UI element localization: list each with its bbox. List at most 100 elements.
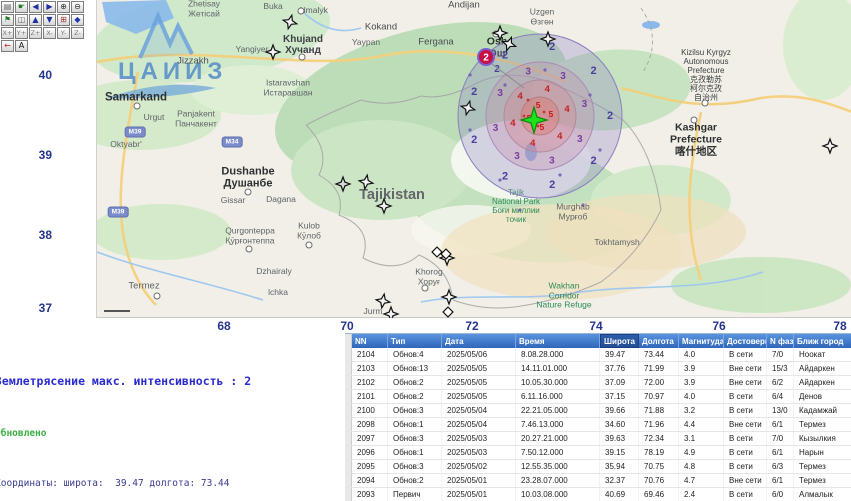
table-cell: Обнов:2 xyxy=(388,474,442,487)
table-cell: 8.08.28.000 xyxy=(516,348,600,361)
table-row[interactable]: 2104Обнов:42025/05/068.08.28.00039.4773.… xyxy=(345,348,851,362)
table-cell: 2025/05/03 xyxy=(442,446,516,459)
z-minus-button[interactable]: Z- xyxy=(71,27,84,39)
intensity-label-2-7: 2 xyxy=(471,86,477,98)
table-cell: В сети xyxy=(724,390,767,403)
table-cell: 2104 xyxy=(352,348,388,361)
table-header-1[interactable]: NN xyxy=(352,334,388,348)
flag-button[interactable]: ⚑ xyxy=(1,14,14,26)
table-cell: 35.94 xyxy=(600,460,639,473)
pan-right-button[interactable]: ▶ xyxy=(43,1,56,13)
aftershock-dot-1 xyxy=(543,111,546,114)
table-cell: В сети xyxy=(724,432,767,445)
table-row[interactable]: 2094Обнов:22025/05/0123.28.07.00032.3770… xyxy=(345,474,851,488)
table-cell: 4.4 xyxy=(679,418,724,431)
row-selector xyxy=(345,432,352,445)
table-row[interactable]: 2093Первич2025/05/0110.03.08.00040.6969.… xyxy=(345,488,851,501)
pan-left-button[interactable]: ◀ xyxy=(29,1,42,13)
lat-label-40: 40 xyxy=(26,68,52,82)
table-cell: 3.9 xyxy=(679,362,724,375)
table-row[interactable]: 2095Обнов:32025/05/0212.55.35.00035.9470… xyxy=(345,460,851,474)
table-cell: Вне сети xyxy=(724,362,767,375)
table-cell: 2095 xyxy=(352,460,388,473)
lat-label-37: 37 xyxy=(26,301,52,315)
table-cell: Кызылкия xyxy=(794,432,851,445)
table-header-3[interactable]: Дата xyxy=(442,334,516,348)
y-plus-button[interactable]: Y+ xyxy=(15,27,28,39)
table-row[interactable]: 2096Обнов:12025/05/037.50.12.00039.1578.… xyxy=(345,446,851,460)
table-cell: 71.96 xyxy=(639,418,679,431)
intensity-label-3-7: 3 xyxy=(525,67,531,78)
pan-up-button[interactable]: ▲ xyxy=(29,14,42,26)
table-row[interactable]: 2101Обнов:22025/05/056.11.16.00037.1570.… xyxy=(345,390,851,404)
table-cell: 4.8 xyxy=(679,460,724,473)
table-cell: 6/1 xyxy=(767,446,794,459)
table-header-9[interactable]: N фаз xyxy=(767,334,794,348)
truck-button[interactable]: ⊞ xyxy=(57,14,70,26)
table-row[interactable]: 2097Обнов:32025/05/0320.27.21.00039.6372… xyxy=(345,432,851,446)
panel-button[interactable]: ◫ xyxy=(15,14,28,26)
table-header-7[interactable]: Магнитуда xyxy=(679,334,724,348)
table-row[interactable]: 2100Обнов:32025/05/0422.21.05.00039.6671… xyxy=(345,404,851,418)
intensity-label-3-1: 3 xyxy=(582,99,588,110)
zoom-out-button[interactable]: ⊖ xyxy=(71,1,84,13)
table-cell: 2096 xyxy=(352,446,388,459)
diamond-button[interactable]: ◆ xyxy=(71,14,84,26)
table-row[interactable]: 2098Обнов:12025/05/047.46.13.00034.6071.… xyxy=(345,418,851,432)
table-cell: 70.76 xyxy=(639,474,679,487)
table-cell: 72.00 xyxy=(639,376,679,389)
y-minus-button[interactable]: Y- xyxy=(57,27,70,39)
table-header-4[interactable]: Время xyxy=(516,334,600,348)
settlement-dot-1 xyxy=(498,178,501,181)
intensity-label-4-3: 4 xyxy=(530,138,536,149)
toolbar-row-2: ⚑◫▲▼⊞◆ xyxy=(1,14,85,27)
intensity-label-2-4: 2 xyxy=(549,179,555,191)
table-cell: Айдаркен xyxy=(794,362,851,375)
lon-label-70: 70 xyxy=(332,319,362,333)
camera-button[interactable]: ▤ xyxy=(1,1,14,13)
table-cell: 6/3 xyxy=(767,460,794,473)
table-row[interactable]: 2103Обнов:132025/05/0514.11.01.00037.767… xyxy=(345,362,851,376)
table-cell: 34.60 xyxy=(600,418,639,431)
table-header-6[interactable]: Долгота xyxy=(639,334,679,348)
intensity-label-4-5: 4 xyxy=(518,91,524,102)
station-star-icon-0 xyxy=(281,13,298,30)
table-cell: 2103 xyxy=(352,362,388,375)
z-plus-button[interactable]: Z+ xyxy=(29,27,42,39)
row-selector xyxy=(345,348,352,361)
table-header-8[interactable]: Достоверност xyxy=(724,334,767,348)
table-header-5[interactable]: Широта xyxy=(600,334,639,348)
row-selector xyxy=(345,488,352,501)
table-cell: 6/0 xyxy=(767,488,794,501)
lon-label-78: 78 xyxy=(825,319,851,333)
x-plus-button[interactable]: X+ xyxy=(1,27,14,39)
table-cell: 15/3 xyxy=(767,362,794,375)
table-header-2[interactable]: Тип xyxy=(388,334,442,348)
table-cell: 3.1 xyxy=(679,432,724,445)
back-button[interactable]: ← xyxy=(1,40,14,52)
table-cell: 4.0 xyxy=(679,390,724,403)
table-cell: 6/2 xyxy=(767,376,794,389)
table-cell: 7.50.12.000 xyxy=(516,446,600,459)
table-header-10[interactable]: Ближ город xyxy=(794,334,851,348)
settlement-dot-6 xyxy=(543,68,546,71)
table-cell: 2025/05/05 xyxy=(442,390,516,403)
aftershock-dot-0 xyxy=(527,99,530,102)
lat-label-38: 38 xyxy=(26,228,52,242)
station-star-icon-13 xyxy=(442,290,456,304)
table-cell: 6/4 xyxy=(767,390,794,403)
table-cell: 37.09 xyxy=(600,376,639,389)
row-selector xyxy=(345,446,352,459)
settlement-dot-2 xyxy=(558,173,561,176)
pan-down-button[interactable]: ▼ xyxy=(43,14,56,26)
table-cell: 39.47 xyxy=(600,348,639,361)
x-minus-button[interactable]: X- xyxy=(43,27,56,39)
table-cell: 2100 xyxy=(352,404,388,417)
table-row[interactable]: 2102Обнов:22025/05/0510.05.30.00037.0972… xyxy=(345,376,851,390)
zoom-in-button[interactable]: ⊕ xyxy=(57,1,70,13)
intensity-label-3-2: 3 xyxy=(577,134,583,145)
label-a-button[interactable]: A xyxy=(15,40,28,52)
table-cell: 2025/05/01 xyxy=(442,488,516,501)
table-cell: Денов xyxy=(794,390,851,403)
pointer-button[interactable]: ☛ xyxy=(15,1,28,13)
